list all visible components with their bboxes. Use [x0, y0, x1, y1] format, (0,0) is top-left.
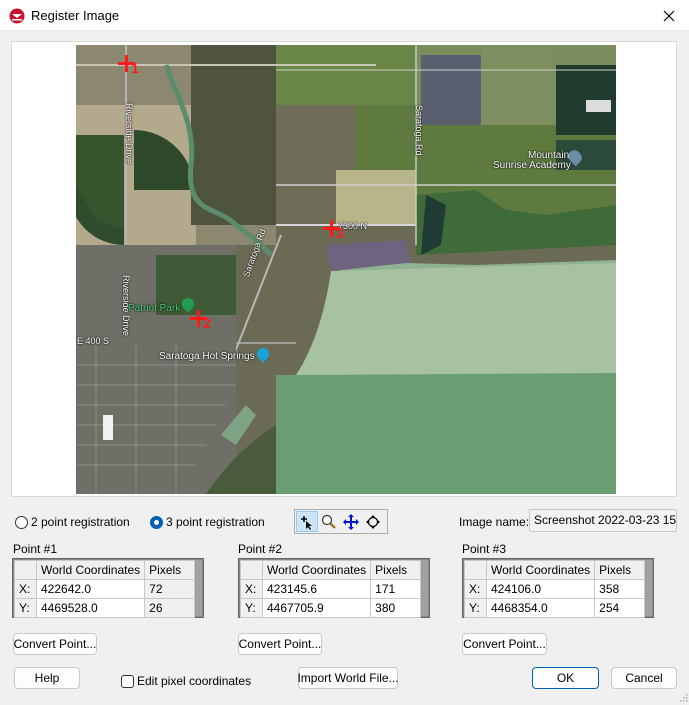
grid-corner [14, 560, 37, 580]
row-header-x: X: [240, 579, 263, 599]
column-header-world: World Coordinates [35, 560, 146, 580]
magnifier-icon [321, 514, 336, 529]
point-1-grid: World Coordinates Pixels X: 422642.0 72 … [12, 558, 204, 618]
select-point-tool-button[interactable] [296, 511, 318, 532]
point-3-y-pixels-cell: 254 [594, 598, 646, 618]
move-arrows-icon [343, 513, 359, 530]
grid-corner [464, 560, 487, 580]
point-3-y-world-cell[interactable]: 4468354.0 [485, 598, 596, 618]
column-header-pixels: Pixels [370, 560, 422, 580]
help-button[interactable]: Help [14, 667, 80, 689]
frame-tool-button[interactable] [362, 511, 384, 532]
satellite-image [76, 45, 616, 494]
point-3-x-pixels-cell: 358 [594, 579, 646, 599]
point-1-convert-button[interactable]: Convert Point... [13, 633, 97, 655]
window-title: Register Image [31, 8, 120, 23]
map-label-saratoga-rd-north: Saratoga Rd [414, 105, 424, 156]
map-toolbar [294, 509, 388, 534]
map-label-patriot-park: Patriot Park [128, 303, 181, 314]
point-1-title: Point #1 [13, 542, 58, 556]
row-header-y: Y: [464, 598, 487, 618]
pan-tool-button[interactable] [340, 511, 362, 532]
map-label-riverside-drive-north: Riverside Drive [124, 103, 134, 165]
resize-grip-icon[interactable] [680, 691, 688, 702]
radio-2-point-registration[interactable]: 2 point registration [15, 515, 130, 529]
radio-checked-icon[interactable] [150, 515, 163, 529]
title-bar: Register Image [0, 0, 689, 31]
register-image-app-icon [9, 8, 25, 24]
point-1-x-world-cell[interactable]: 422642.0 [35, 579, 146, 599]
radio-3-point-registration[interactable]: 3 point registration [150, 515, 265, 529]
image-name-field[interactable]: Screenshot 2022-03-23 15284 [529, 509, 677, 532]
point-2-y-world-cell[interactable]: 4467705.9 [261, 598, 372, 618]
column-header-pixels: Pixels [144, 560, 196, 580]
close-icon [663, 10, 675, 21]
edit-pixel-coordinates-checkbox[interactable]: Edit pixel coordinates [121, 674, 251, 688]
row-header-y: Y: [240, 598, 263, 618]
point-3-convert-button[interactable]: Convert Point... [462, 633, 547, 655]
row-header-x: X: [464, 579, 487, 599]
point-3-grid: World Coordinates Pixels X: 424106.0 358… [462, 558, 654, 618]
cancel-button[interactable]: Cancel [611, 667, 677, 689]
point-1-y-world-cell[interactable]: 4469528.0 [35, 598, 146, 618]
grid-corner [240, 560, 263, 580]
frame-arrows-icon [366, 514, 380, 529]
point-2-y-pixels-cell: 380 [370, 598, 422, 618]
arrow-cross-icon [301, 515, 312, 530]
point-2-convert-button[interactable]: Convert Point... [238, 633, 322, 655]
row-header-y: Y: [14, 598, 37, 618]
map-label-e-400-s: E 400 S [77, 336, 110, 346]
radio-unchecked-icon[interactable] [15, 515, 28, 529]
map-label-sunrise-academy: Sunrise Academy [493, 160, 571, 171]
row-header-x: X: [14, 579, 37, 599]
map-image[interactable]: Riverside Drive Riverside Drive Saratoga… [76, 45, 616, 494]
point-3-x-world-cell[interactable]: 424106.0 [485, 579, 596, 599]
point-2-x-pixels-cell: 171 [370, 579, 422, 599]
image-name-label: Image name: [459, 515, 530, 529]
column-header-pixels: Pixels [594, 560, 646, 580]
point-1-x-pixels-cell: 72 [144, 579, 196, 599]
zoom-tool-button[interactable] [318, 511, 340, 532]
column-header-world: World Coordinates [485, 560, 596, 580]
column-header-world: World Coordinates [261, 560, 372, 580]
map-label-saratoga-hot-springs: Saratoga Hot Springs [159, 351, 255, 362]
ok-button[interactable]: OK [532, 667, 599, 689]
point-2-x-world-cell[interactable]: 423145.6 [261, 579, 372, 599]
point-1-y-pixels-cell: 26 [144, 598, 196, 618]
point-2-grid: World Coordinates Pixels X: 423145.6 171… [238, 558, 430, 618]
import-world-file-button[interactable]: Import World File... [297, 667, 399, 689]
checkbox-unchecked-icon[interactable] [121, 674, 134, 688]
point-3-title: Point #3 [462, 542, 507, 556]
point-2-title: Point #2 [238, 542, 283, 556]
close-button[interactable] [649, 0, 689, 31]
image-preview-panel: Riverside Drive Riverside Drive Saratoga… [11, 41, 677, 497]
